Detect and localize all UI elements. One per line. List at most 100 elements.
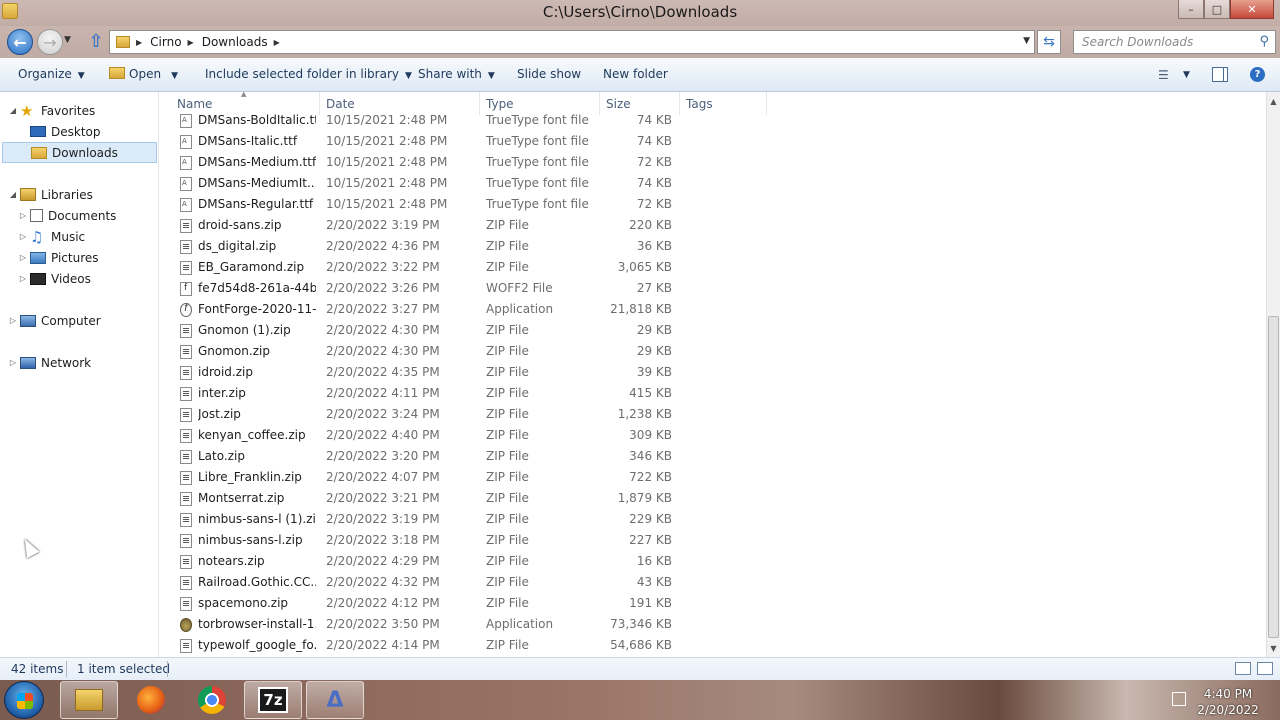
file-row[interactable]: inter.zip 2/20/2022 4:11 PM ZIP File 415 KB (160, 383, 780, 404)
close-button[interactable]: ✕ (1230, 0, 1274, 19)
file-row[interactable]: EB_Garamond.zip 2/20/2022 3:22 PM ZIP File… (160, 257, 780, 278)
column-name[interactable]: Name (177, 97, 212, 111)
large-icons-view-icon[interactable] (1257, 662, 1273, 675)
taskbar-chrome[interactable] (183, 681, 241, 719)
file-row[interactable]: kenyan_coffee.zip 2/20/2022 4:40 PM ZIP Fi… (160, 425, 780, 446)
column-date[interactable]: Date (326, 97, 355, 111)
file-row[interactable]: DMSans-Medium.ttf 10/15/2021 2:48 PM TrueT… (160, 152, 780, 173)
file-row[interactable]: Railroad.Gothic.CC.... 2/20/2022 4:32 PM Z… (160, 572, 780, 593)
navigation-pane: ◢ ★ Favorites Desktop Downloads ◢ Librar… (0, 92, 159, 657)
address-dropdown-icon[interactable]: ▼ (1023, 36, 1030, 46)
file-row[interactable]: DMSans-Italic.ttf 10/15/2021 2:48 PM TrueT… (160, 131, 780, 152)
action-center-flag-icon[interactable] (1172, 692, 1186, 706)
file-row[interactable]: typewolf_google_fo... 2/20/2022 4:14 PM ZI… (160, 635, 780, 656)
sidebar-item-favorites[interactable]: ◢ ★ Favorites (8, 100, 95, 121)
search-input[interactable] (1082, 35, 1252, 49)
file-row[interactable]: Libre_Franklin.zip 2/20/2022 4:07 PM ZIP F… (160, 467, 780, 488)
file-row[interactable]: Gnomon.zip 2/20/2022 4:30 PM ZIP File 29 KB (160, 341, 780, 362)
file-row[interactable]: droid-sans.zip 2/20/2022 3:19 PM ZIP File 2… (160, 215, 780, 236)
file-row[interactable]: Gnomon (1).zip 2/20/2022 4:30 PM ZIP File 2… (160, 320, 780, 341)
include-in-library-button[interactable]: Include selected folder in library ▼ (205, 67, 412, 81)
new-folder-button[interactable]: New folder (603, 67, 668, 81)
taskbar-firefox[interactable] (122, 681, 180, 719)
expand-triangle-icon[interactable]: ▷ (18, 211, 28, 220)
recent-pages-chevron-icon[interactable]: ▼ (64, 35, 71, 45)
file-date: 10/15/2021 2:48 PM (326, 155, 448, 169)
details-view-icon[interactable] (1235, 662, 1251, 675)
file-row[interactable]: nimbus-sans-l (1).zip 2/20/2022 3:19 PM ZI… (160, 509, 780, 530)
breadcrumb-separator-icon[interactable]: ▶ (188, 38, 194, 47)
file-name: torbrowser-install-1... (198, 617, 316, 631)
file-row[interactable]: DMSans-Regular.ttf 10/15/2021 2:48 PM True… (160, 194, 780, 215)
vertical-scrollbar[interactable]: ▲ ▼ (1266, 92, 1280, 657)
sidebar-item-documents[interactable]: ▷ Documents (18, 205, 117, 226)
file-row[interactable]: Montserrat.zip 2/20/2022 3:21 PM ZIP File 1… (160, 488, 780, 509)
slide-show-button[interactable]: Slide show (517, 67, 581, 81)
expand-triangle-icon[interactable]: ▷ (18, 253, 28, 262)
preview-pane-icon[interactable] (1212, 67, 1228, 82)
sidebar-item-pictures[interactable]: ▷ Pictures (18, 247, 99, 268)
sidebar-item-libraries[interactable]: ◢ Libraries (8, 184, 93, 205)
zip-file-icon (180, 366, 192, 380)
taskbar-7zip[interactable]: 7z (244, 681, 302, 719)
organize-button[interactable]: Organize ▼ (18, 67, 85, 81)
open-button[interactable]: Open ▼ (109, 67, 178, 81)
minimize-button[interactable]: – (1178, 0, 1204, 19)
file-size: 72 KB (636, 197, 672, 211)
expand-triangle-icon[interactable]: ▷ (8, 316, 18, 325)
file-row[interactable]: fe7d54d8-261a-44b... 2/20/2022 3:26 PM WOF… (160, 278, 780, 299)
file-row[interactable]: ds_digital.zip 2/20/2022 4:36 PM ZIP File 3… (160, 236, 780, 257)
file-row[interactable]: torbrowser-install-1... 2/20/2022 3:50 PM… (160, 614, 780, 635)
maximize-button[interactable]: □ (1204, 0, 1230, 19)
file-type: TrueType font file (486, 134, 589, 148)
sidebar-item-music[interactable]: ▷ ♫ Music (18, 226, 85, 247)
column-size[interactable]: Size (606, 97, 631, 111)
sidebar-item-computer[interactable]: ▷ Computer (8, 310, 101, 331)
column-type[interactable]: Type (486, 97, 514, 111)
zip-file-icon (180, 555, 192, 569)
breadcrumb-separator-icon[interactable]: ▶ (274, 38, 280, 47)
scroll-down-arrow-icon[interactable]: ▼ (1267, 641, 1280, 655)
file-row[interactable]: DMSans-MediumIt... 10/15/2021 2:48 PM True… (160, 173, 780, 194)
scrollbar-thumb[interactable] (1268, 316, 1279, 638)
taskbar-explorer[interactable] (60, 681, 118, 719)
sidebar-item-downloads[interactable]: Downloads (2, 142, 157, 163)
search-box[interactable]: ⚲ (1073, 30, 1276, 54)
expand-triangle-icon[interactable]: ▷ (8, 358, 18, 367)
file-row[interactable]: nimbus-sans-l.zip 2/20/2022 3:18 PM ZIP Fi… (160, 530, 780, 551)
scroll-up-arrow-icon[interactable]: ▲ (1267, 94, 1280, 108)
start-button[interactable] (4, 681, 44, 719)
taskbar-fontforge[interactable]: Δ (306, 681, 364, 719)
file-row[interactable]: idroid.zip 2/20/2022 4:35 PM ZIP File 39 KB (160, 362, 780, 383)
view-options-chevron-icon[interactable]: ▼ (1183, 70, 1190, 80)
breadcrumb-downloads[interactable]: Downloads (202, 35, 268, 49)
file-row[interactable]: Lato.zip 2/20/2022 3:20 PM ZIP File 346 KB (160, 446, 780, 467)
help-icon[interactable]: ? (1250, 67, 1265, 82)
change-view-icon[interactable]: ☰ (1158, 68, 1169, 82)
file-row[interactable]: notears.zip 2/20/2022 4:29 PM ZIP File 16 K… (160, 551, 780, 572)
refresh-button[interactable]: ⇆ (1037, 30, 1061, 54)
sidebar-item-videos[interactable]: ▷ Videos (18, 268, 91, 289)
column-tags[interactable]: Tags (686, 97, 713, 111)
breadcrumb-separator-icon[interactable]: ▶ (136, 38, 142, 47)
file-row[interactable]: Jost.zip 2/20/2022 3:24 PM ZIP File 1,238 K… (160, 404, 780, 425)
back-button[interactable]: ← (7, 29, 33, 55)
search-icon[interactable]: ⚲ (1259, 34, 1269, 49)
file-row[interactable]: spacemono.zip 2/20/2022 4:12 PM ZIP File 19… (160, 593, 780, 614)
sidebar-item-network[interactable]: ▷ Network (8, 352, 91, 373)
sidebar-item-desktop[interactable]: Desktop (18, 121, 101, 142)
forward-button[interactable]: → (37, 29, 63, 55)
collapse-triangle-icon[interactable]: ◢ (8, 190, 18, 199)
expand-triangle-icon[interactable]: ▷ (18, 274, 28, 283)
file-type: ZIP File (486, 596, 529, 610)
file-row[interactable]: DMSans-BoldItalic.ttf 10/15/2021 2:48 PM T… (160, 110, 780, 131)
taskbar-clock[interactable]: 4:40 PM 2/20/2022 (1190, 686, 1266, 718)
collapse-triangle-icon[interactable]: ◢ (8, 106, 18, 115)
up-arrow-button[interactable]: ⇧ (86, 31, 106, 52)
share-with-button[interactable]: Share with ▼ (418, 67, 495, 81)
address-bar[interactable]: ▶ Cirno ▶ Downloads ▶ ▼ (109, 30, 1035, 54)
file-row[interactable]: FontForge-2020-11-... 2/20/2022 3:27 PM Ap… (160, 299, 780, 320)
file-type: ZIP File (486, 554, 529, 568)
expand-triangle-icon[interactable]: ▷ (18, 232, 28, 241)
breadcrumb-cirno[interactable]: Cirno (150, 35, 181, 49)
